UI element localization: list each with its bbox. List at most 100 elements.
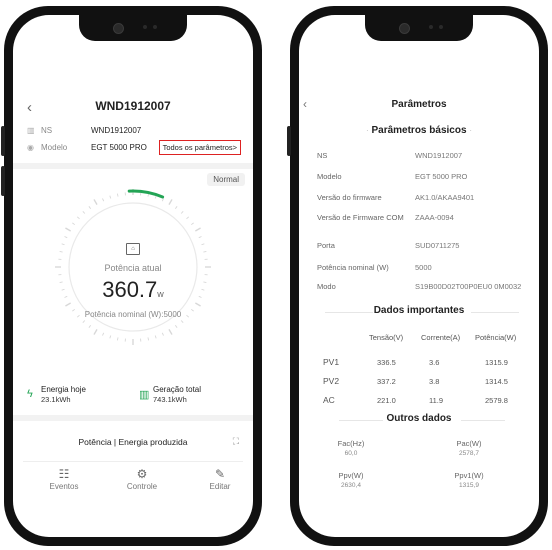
edit-icon: ✎ — [214, 467, 226, 481]
other-data-value: 1315,9 — [459, 482, 479, 489]
model-value: EGT 5000 PRO — [91, 143, 147, 152]
volume-button — [287, 126, 291, 156]
fullscreen-icon[interactable]: ⛶ — [233, 436, 239, 447]
gauge-tick — [168, 199, 173, 205]
table-cell: 3.6 — [429, 358, 440, 367]
ns-value: WND1912007 — [91, 126, 142, 135]
gauge-tick — [65, 302, 71, 307]
gauge-tick — [147, 337, 150, 341]
table-row-label: AC — [323, 395, 335, 405]
table-cell: 11.9 — [429, 396, 444, 405]
other-data-label: Pac(W) — [456, 439, 482, 448]
other-data-heading: Outros dados — [299, 413, 539, 424]
right-screen: ‹ Parâmetros · Parâmetros básicos · NS WN… — [299, 15, 539, 537]
left-screen: ‹ WND1912007 ▥ NS WND1912007 ◉ Modelo EG… — [13, 15, 253, 537]
other-data-value: 60,0 — [344, 450, 358, 457]
param-key: Porta — [317, 241, 335, 250]
nav-edit-label: Editar — [209, 482, 231, 491]
nominal-power: Potência nominal (W):5000 — [84, 310, 182, 319]
gauge-tick — [76, 216, 80, 220]
model-label: Modelo — [41, 143, 68, 152]
events-icon: ☷ — [58, 467, 70, 481]
other-data-value: 2630,4 — [341, 482, 361, 489]
gauge-tick — [154, 335, 157, 339]
param-key: Versão de Firmware COM — [317, 213, 404, 222]
param-value: SUD0711275 — [415, 241, 460, 250]
table-cell: 336.5 — [377, 358, 396, 367]
notch — [79, 15, 187, 41]
page-title: WND1912007 — [95, 99, 171, 113]
gauge-tick — [72, 222, 76, 226]
gauge-tick — [109, 195, 112, 199]
gauge-tick — [116, 193, 119, 197]
other-data-label: Ppv1(W) — [454, 471, 484, 480]
ns-icon: ▥ — [27, 126, 35, 135]
gauge-tick — [190, 222, 194, 226]
table-cell: 1314.5 — [485, 377, 508, 386]
model-row: ◉ Modelo EGT 5000 PRO Todos os parâmetro… — [27, 140, 243, 157]
gauge-tick — [82, 320, 86, 324]
table-cell: 3.8 — [429, 377, 440, 386]
energy-today-label: Energia hoje — [41, 385, 86, 394]
ns-row: ▥ NS WND1912007 — [27, 126, 243, 140]
ns-label: NS — [41, 126, 53, 135]
table-header: Potência(W) — [475, 333, 517, 342]
gauge-tick — [93, 199, 98, 205]
nav-control[interactable]: ⚙ Controle — [107, 462, 177, 491]
left-phone-frame: ‹ WND1912007 ▥ NS WND1912007 ◉ Modelo EG… — [1, 6, 262, 546]
nav-events-label: Eventos — [49, 482, 79, 491]
current-power-value: 360.7w — [13, 277, 253, 303]
basic-params-title: Parâmetros básicos — [371, 125, 467, 136]
gauge-tick — [174, 324, 178, 328]
total-generation-label: Geração total — [153, 385, 202, 394]
all-parameters-link[interactable]: Todos os parâmetros> — [158, 140, 241, 155]
gauge-tick — [161, 198, 164, 202]
param-value: S19B00D02T00P0EU0 0M0032 — [415, 282, 522, 291]
other-data-label: Ppv(W) — [338, 471, 364, 480]
param-key: Modelo — [317, 172, 342, 181]
param-key: Modo — [317, 282, 336, 291]
lightning-icon: ϟ — [27, 388, 33, 400]
gauge-tick — [102, 198, 105, 202]
table-cell: 221.0 — [377, 396, 396, 405]
nav-events[interactable]: ☷ Eventos — [29, 462, 99, 491]
gauge-progress-arc — [127, 189, 165, 199]
param-key: Versão do firmware — [317, 193, 382, 202]
gauge-tick — [195, 227, 201, 232]
gauge-tick — [180, 320, 184, 324]
total-generation-value: 743.1kWh — [153, 395, 187, 404]
important-data-title: Dados importantes — [373, 305, 465, 316]
important-data-heading: Dados importantes — [299, 305, 539, 316]
gauge-tick — [88, 206, 92, 210]
bottom-nav: ☷ Eventos ⚙ Controle ✎ Editar — [23, 461, 243, 498]
param-value: EGT 5000 PRO — [415, 172, 468, 181]
model-icon: ◉ — [27, 143, 34, 152]
gauge-tick — [65, 227, 71, 232]
param-value: 5000 — [415, 263, 432, 272]
table-row-label: PV1 — [323, 357, 340, 367]
gauge-tick — [174, 206, 178, 210]
nav-edit[interactable]: ✎ Editar — [185, 462, 253, 491]
divider — [13, 415, 253, 421]
gauge-tick — [88, 324, 92, 328]
param-value: ZAAA-0094 — [415, 213, 454, 222]
gauge-tick — [93, 329, 98, 335]
gauge-tick — [82, 210, 86, 214]
right-phone-frame: ‹ Parâmetros · Parâmetros básicos · NS WN… — [287, 6, 548, 546]
notch — [365, 15, 473, 41]
divider — [13, 163, 253, 169]
panel-icon: ⌂ — [13, 237, 253, 255]
gauge-tick — [109, 335, 112, 339]
energy-today-value: 23.1kWh — [41, 395, 71, 404]
param-key: Potência nominal (W) — [317, 263, 389, 272]
table-cell: 1315.9 — [485, 358, 508, 367]
power-unit: w — [157, 289, 164, 299]
other-data-value: 2578,7 — [459, 450, 479, 457]
param-value: WND1912007 — [415, 151, 463, 160]
gauge-tick — [116, 337, 119, 341]
device-header: ‹ WND1912007 — [13, 97, 253, 121]
gauge-tick — [180, 210, 184, 214]
volume-button — [1, 166, 5, 196]
chart-tabs[interactable]: Potência | Energia produzida — [13, 437, 253, 447]
other-data-title: Outros dados — [386, 413, 452, 424]
